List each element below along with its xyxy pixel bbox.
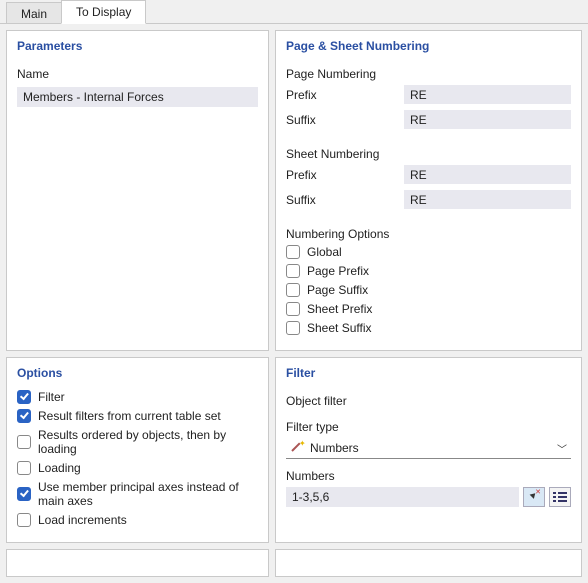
check-filter[interactable]: Filter xyxy=(17,390,258,404)
numbers-input[interactable] xyxy=(286,487,519,507)
check-label: Filter xyxy=(38,390,65,404)
cursor-pick-icon xyxy=(528,490,540,504)
check-global[interactable]: Global xyxy=(286,245,571,259)
check-sheet-suffix[interactable]: Sheet Suffix xyxy=(286,321,571,335)
chevron-down-icon: ﹀ xyxy=(555,441,569,456)
check-label: Loading xyxy=(38,461,81,475)
panels-grid: Parameters Name Members - Internal Force… xyxy=(0,24,588,583)
pick-objects-button[interactable] xyxy=(523,487,545,507)
filter-type-value: Numbers xyxy=(310,441,549,455)
page-prefix-input[interactable] xyxy=(404,85,571,104)
filter-type-select[interactable]: ✦ Numbers ﹀ xyxy=(286,438,571,459)
check-label: Global xyxy=(307,245,342,259)
check-principal-axes[interactable]: Use member principal axes instead of mai… xyxy=(17,480,258,508)
check-result-filters[interactable]: Result filters from current table set xyxy=(17,409,258,423)
check-label: Results ordered by objects, then by load… xyxy=(38,428,258,456)
spacer-panel xyxy=(275,549,582,577)
check-results-ordered[interactable]: Results ordered by objects, then by load… xyxy=(17,428,258,456)
checkbox-icon xyxy=(17,513,31,527)
page-suffix-label: Suffix xyxy=(286,113,404,127)
filter-type-label: Filter type xyxy=(286,420,571,434)
check-label: Sheet Prefix xyxy=(307,302,372,316)
tab-bar: Main To Display xyxy=(0,0,588,24)
page-suffix-input[interactable] xyxy=(404,110,571,129)
options-title: Options xyxy=(17,366,258,380)
checkbox-icon xyxy=(286,264,300,278)
object-filter-label: Object filter xyxy=(286,394,571,408)
numbering-title: Page & Sheet Numbering xyxy=(286,39,571,53)
wand-icon: ✦ xyxy=(290,441,304,455)
checkbox-icon xyxy=(286,321,300,335)
sheet-suffix-input[interactable] xyxy=(404,190,571,209)
page-prefix-label: Prefix xyxy=(286,88,404,102)
tab-to-display[interactable]: To Display xyxy=(61,0,146,24)
checkbox-icon xyxy=(17,435,31,449)
list-icon xyxy=(553,492,567,502)
checkbox-icon xyxy=(286,302,300,316)
parameters-title: Parameters xyxy=(17,39,258,53)
checkbox-icon xyxy=(17,409,31,423)
check-loading[interactable]: Loading xyxy=(17,461,258,475)
check-sheet-prefix[interactable]: Sheet Prefix xyxy=(286,302,571,316)
parameters-name-label: Name xyxy=(17,67,258,81)
dialog-root: Main To Display Parameters Name Members … xyxy=(0,0,588,583)
numbering-options-heading: Numbering Options xyxy=(286,227,571,241)
panel-filter: Filter Object filter Filter type ✦ Numbe… xyxy=(275,357,582,543)
spacer-panel xyxy=(6,549,269,577)
tab-main[interactable]: Main xyxy=(6,2,62,23)
checkbox-icon xyxy=(17,487,31,501)
sheet-numbering-heading: Sheet Numbering xyxy=(286,147,571,161)
sheet-prefix-input[interactable] xyxy=(404,165,571,184)
checkbox-icon xyxy=(286,283,300,297)
check-label: Page Suffix xyxy=(307,283,368,297)
numbers-label: Numbers xyxy=(286,469,571,483)
check-label: Result filters from current table set xyxy=(38,409,221,423)
filter-title: Filter xyxy=(286,366,571,380)
panel-options: Options Filter Result filters from curre… xyxy=(6,357,269,543)
checkbox-icon xyxy=(286,245,300,259)
select-from-list-button[interactable] xyxy=(549,487,571,507)
check-label: Use member principal axes instead of mai… xyxy=(38,480,258,508)
check-label: Load increments xyxy=(38,513,127,527)
page-numbering-heading: Page Numbering xyxy=(286,67,571,81)
check-page-prefix[interactable]: Page Prefix xyxy=(286,264,571,278)
check-label: Sheet Suffix xyxy=(307,321,372,335)
sheet-prefix-label: Prefix xyxy=(286,168,404,182)
panel-parameters: Parameters Name Members - Internal Force… xyxy=(6,30,269,351)
checkbox-icon xyxy=(17,461,31,475)
parameters-name-value[interactable]: Members - Internal Forces xyxy=(17,87,258,107)
check-page-suffix[interactable]: Page Suffix xyxy=(286,283,571,297)
sheet-suffix-label: Suffix xyxy=(286,193,404,207)
panel-numbering: Page & Sheet Numbering Page Numbering Pr… xyxy=(275,30,582,351)
check-label: Page Prefix xyxy=(307,264,369,278)
checkbox-icon xyxy=(17,390,31,404)
check-load-increments[interactable]: Load increments xyxy=(17,513,258,527)
